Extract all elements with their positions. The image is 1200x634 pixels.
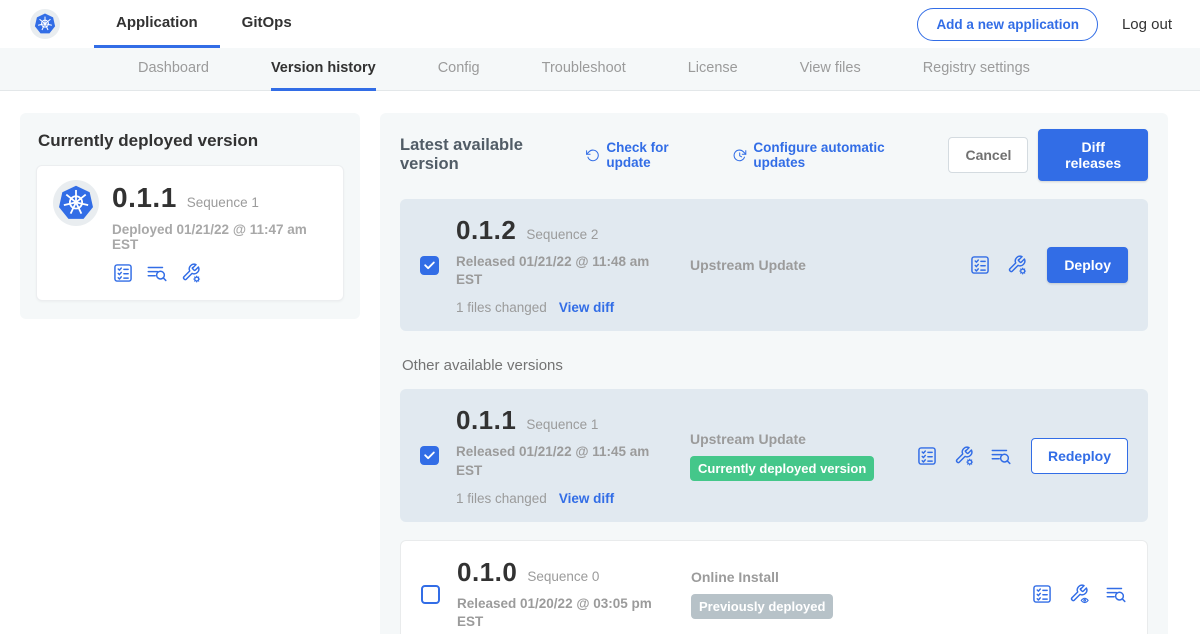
checklist-icon[interactable] xyxy=(969,254,991,276)
version-checkbox[interactable] xyxy=(421,585,440,604)
version-row: 0.1.2 Sequence 2 Released 01/21/22 @ 11:… xyxy=(400,199,1148,331)
version-number: 0.1.0 xyxy=(457,557,517,588)
latest-available-title: Latest available version xyxy=(400,136,569,174)
logs-search-icon[interactable] xyxy=(1105,583,1127,605)
deployed-sequence-label: Sequence 1 xyxy=(187,195,259,210)
configure-automatic-updates-link[interactable]: Configure automatic updates xyxy=(732,140,922,170)
checklist-icon[interactable] xyxy=(1031,583,1053,605)
view-diff-link[interactable]: View diff xyxy=(559,491,614,506)
cancel-button[interactable]: Cancel xyxy=(948,137,1028,173)
app-subnav: Dashboard Version history Config Trouble… xyxy=(0,48,1200,91)
other-versions-heading: Other available versions xyxy=(402,357,1148,374)
deployed-version-info: 0.1.1 Sequence 1 Deployed 01/21/22 @ 11:… xyxy=(112,180,327,284)
source-label: Upstream Update xyxy=(690,257,916,273)
view-diff-link[interactable]: View diff xyxy=(559,300,614,315)
subnav-license[interactable]: License xyxy=(688,48,738,91)
main-content: Currently deployed version 0.1.1 Sequenc… xyxy=(0,91,1200,634)
checklist-icon[interactable] xyxy=(112,262,134,284)
wrench-gear-icon[interactable] xyxy=(1006,254,1028,276)
tab-application[interactable]: Application xyxy=(94,0,220,48)
version-source: Online Install Previously deployed xyxy=(691,569,917,619)
currently-deployed-title: Currently deployed version xyxy=(38,131,344,151)
row-actions: Deploy xyxy=(969,247,1128,283)
subnav-config[interactable]: Config xyxy=(438,48,480,91)
tab-gitops[interactable]: GitOps xyxy=(220,0,314,48)
redeploy-button[interactable]: Redeploy xyxy=(1031,438,1128,474)
add-new-application-button[interactable]: Add a new application xyxy=(917,8,1098,41)
released-timestamp: Released 01/20/22 @ 03:05 pm EST xyxy=(457,595,655,631)
check-for-update-link[interactable]: Check for update xyxy=(585,140,706,170)
row-actions xyxy=(1031,583,1127,605)
version-source: Upstream Update Currently deployed versi… xyxy=(690,431,916,481)
previously-deployed-badge: Previously deployed xyxy=(691,594,833,619)
files-changed-label: 1 files changed xyxy=(456,300,547,315)
checklist-icon[interactable] xyxy=(916,445,938,467)
refresh-icon xyxy=(585,147,600,164)
files-changed-label: 1 files changed xyxy=(456,491,547,506)
subnav-view-files[interactable]: View files xyxy=(800,48,861,91)
deployed-version-card: 0.1.1 Sequence 1 Deployed 01/21/22 @ 11:… xyxy=(36,165,344,301)
check-for-update-label: Check for update xyxy=(606,140,706,170)
source-label: Upstream Update xyxy=(690,431,916,447)
app-kubernetes-icon xyxy=(53,180,99,226)
sequence-label: Sequence 2 xyxy=(526,227,598,242)
wrench-eye-icon[interactable] xyxy=(1068,583,1090,605)
configure-updates-label: Configure automatic updates xyxy=(753,140,922,170)
sequence-label: Sequence 1 xyxy=(526,417,598,432)
version-checkbox[interactable] xyxy=(420,446,439,465)
deploy-button[interactable]: Deploy xyxy=(1047,247,1128,283)
version-checkbox[interactable] xyxy=(420,256,439,275)
version-history-panel: Latest available version Check for updat… xyxy=(380,113,1168,634)
version-source: Upstream Update xyxy=(690,257,916,273)
version-row: 0.1.1 Sequence 1 Released 01/21/22 @ 11:… xyxy=(400,389,1148,521)
topnav-tabs: Application GitOps xyxy=(94,0,314,48)
subnav-dashboard[interactable]: Dashboard xyxy=(138,48,209,91)
top-navbar: Application GitOps Add a new application… xyxy=(0,0,1200,48)
source-label: Online Install xyxy=(691,569,917,585)
diff-releases-button[interactable]: Diff releases xyxy=(1038,129,1148,181)
logs-search-icon[interactable] xyxy=(146,262,168,284)
version-row: 0.1.0 Sequence 0 Released 01/20/22 @ 03:… xyxy=(400,540,1148,634)
wrench-gear-icon[interactable] xyxy=(953,445,975,467)
sequence-label: Sequence 0 xyxy=(527,569,599,584)
released-timestamp: Released 01/21/22 @ 11:48 am EST xyxy=(456,253,654,289)
panel-header: Latest available version Check for updat… xyxy=(400,129,1148,181)
logout-link[interactable]: Log out xyxy=(1122,16,1172,33)
topnav-right: Add a new application Log out xyxy=(917,8,1172,41)
version-number: 0.1.1 xyxy=(456,405,516,436)
released-timestamp: Released 01/21/22 @ 11:45 am EST xyxy=(456,443,654,479)
row-actions: Redeploy xyxy=(916,438,1128,474)
version-number: 0.1.2 xyxy=(456,215,516,246)
currently-deployed-badge: Currently deployed version xyxy=(690,456,874,481)
subnav-troubleshoot[interactable]: Troubleshoot xyxy=(542,48,626,91)
subnav-registry-settings[interactable]: Registry settings xyxy=(923,48,1030,91)
subnav-version-history[interactable]: Version history xyxy=(271,48,376,91)
deployed-version-number: 0.1.1 xyxy=(112,182,177,214)
version-info: 0.1.0 Sequence 0 Released 01/20/22 @ 03:… xyxy=(457,557,655,631)
logs-search-icon[interactable] xyxy=(990,445,1012,467)
kubernetes-logo xyxy=(30,9,60,39)
deployed-timestamp: Deployed 01/21/22 @ 11:47 am EST xyxy=(112,222,327,252)
currently-deployed-panel: Currently deployed version 0.1.1 Sequenc… xyxy=(20,113,360,319)
version-info: 0.1.1 Sequence 1 Released 01/21/22 @ 11:… xyxy=(456,405,654,505)
version-info: 0.1.2 Sequence 2 Released 01/21/22 @ 11:… xyxy=(456,215,654,315)
wrench-gear-icon[interactable] xyxy=(180,262,202,284)
clock-refresh-icon xyxy=(732,147,747,164)
